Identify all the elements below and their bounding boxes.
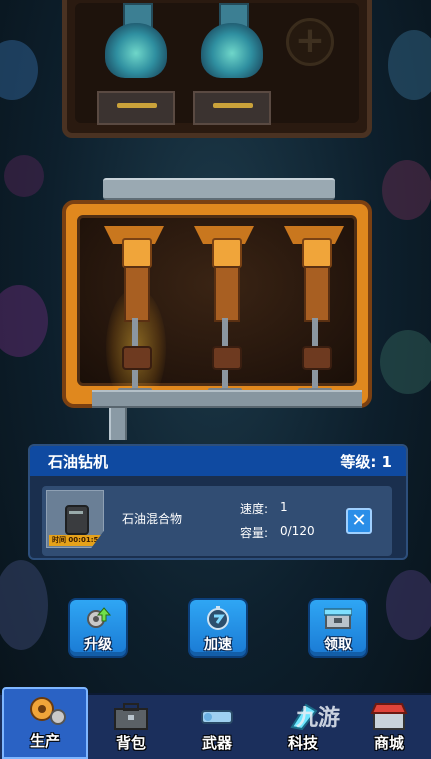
collect-button[interactable]: 领取	[308, 598, 368, 658]
stopwatch-icon	[207, 606, 229, 630]
oil-drill-panel[interactable]	[62, 200, 372, 408]
tank-slot-right	[213, 103, 253, 108]
nav-item-weapons[interactable]: 武器	[174, 695, 260, 759]
coral-decoration-right-2	[382, 160, 431, 220]
bottom-nav: 生产 背包 武器 科技 商城	[0, 687, 431, 759]
nav-item-production[interactable]: 生产	[2, 687, 88, 759]
production-timer: 时间 00:01:57	[49, 535, 104, 546]
speed-label: 速度:	[240, 502, 269, 516]
nav-label-tech: 科技	[287, 734, 318, 752]
drill-head	[122, 238, 152, 268]
nav-label-shop: 商城	[373, 734, 404, 752]
upgrade-label: 升级	[84, 637, 112, 653]
oil-barrel-icon	[65, 505, 89, 535]
crate-icon	[324, 608, 352, 629]
collect-label: 领取	[324, 637, 352, 653]
machine-name: 石油钻机	[48, 453, 109, 471]
drill-joint	[302, 346, 332, 370]
drill-unit-3	[284, 218, 344, 408]
cannon-icon	[201, 710, 233, 724]
nav-label-production: 生产	[29, 732, 60, 750]
machine-info-card: 石油钻机 等级: 1 时间 00:01:57 石油混合物 速度: 1 容量: 0…	[28, 444, 408, 560]
drill-chamber	[77, 215, 357, 408]
info-card-header: 石油钻机 等级: 1	[30, 446, 406, 476]
store-icon	[370, 703, 408, 730]
speedup-button[interactable]: 加速	[188, 598, 248, 658]
tank-slot-left	[117, 103, 157, 108]
pipe-lower	[92, 390, 362, 408]
speed-value: 1	[280, 500, 288, 514]
product-slot[interactable]: 时间 00:01:57	[46, 490, 104, 548]
machine-level: 等级: 1	[340, 453, 392, 471]
gears-icon	[30, 697, 66, 725]
flask-right	[201, 23, 263, 78]
coral-decoration-right-3	[380, 330, 431, 394]
speedup-label: 加速	[204, 637, 232, 653]
drill-body	[124, 266, 150, 322]
drill-body	[304, 266, 330, 322]
tank-base-left	[97, 91, 175, 125]
nav-label-weapons: 武器	[201, 734, 232, 752]
nav-item-backpack[interactable]: 背包	[88, 695, 174, 759]
tank-base-right	[193, 91, 271, 125]
drill-head	[302, 238, 332, 268]
capacity-label: 容量:	[240, 526, 269, 540]
coral-decoration-right-4	[386, 570, 431, 640]
product-row: 时间 00:01:57 石油混合物 速度: 1 容量: 0/120 ✕	[42, 486, 392, 556]
drill-joint	[212, 346, 242, 370]
drill-body	[214, 266, 240, 322]
drill-unit-1	[104, 218, 164, 408]
toolbox-icon	[114, 703, 148, 730]
coral-decoration-left-2	[4, 155, 44, 197]
capacity-value: 0/120	[280, 524, 315, 538]
nav-label-backpack: 背包	[115, 734, 146, 752]
top-machine-panel[interactable]	[62, 0, 372, 138]
add-slot-plus-icon[interactable]: +	[286, 18, 334, 66]
nav-item-shop[interactable]: 商城	[346, 695, 431, 759]
pipe-horizontal	[103, 178, 335, 200]
drill-head	[212, 238, 242, 268]
flask-left	[105, 23, 167, 78]
drill-joint	[122, 346, 152, 370]
coral-decoration-right	[388, 30, 431, 100]
upgrade-button[interactable]: 升级	[68, 598, 128, 658]
watermark-logo: 九游	[296, 706, 341, 731]
close-icon[interactable]: ✕	[346, 508, 372, 534]
gear-upgrade-icon	[87, 607, 112, 628]
drill-unit-2	[194, 218, 254, 408]
product-name: 石油混合物	[122, 512, 183, 526]
